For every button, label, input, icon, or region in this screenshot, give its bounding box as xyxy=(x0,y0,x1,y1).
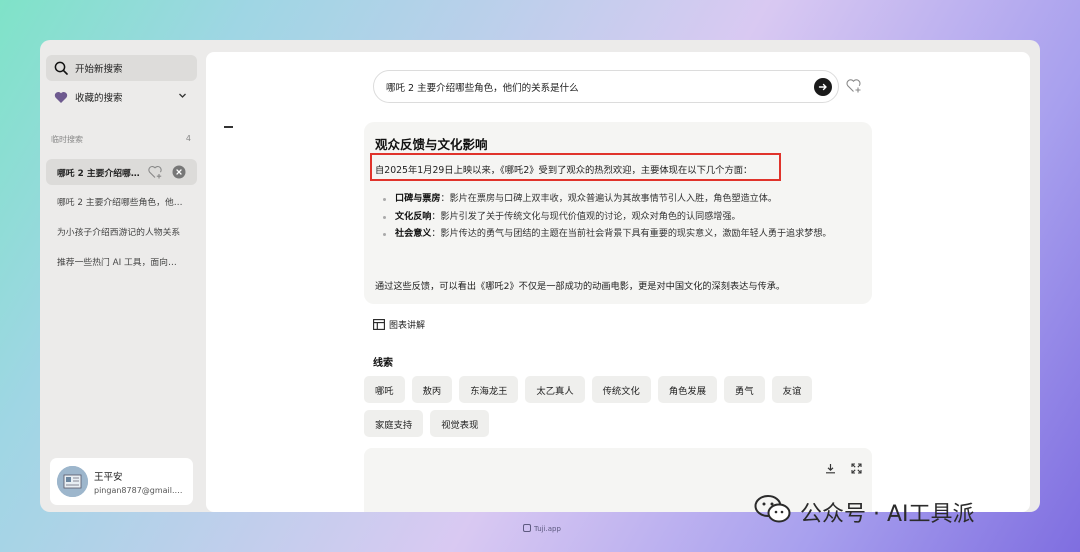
answer-outro: 通过这些反馈，可以看出《哪吒2》不仅是一部成功的动画电影，更是对中国文化的深刻表… xyxy=(375,281,786,292)
send-button[interactable] xyxy=(814,78,832,96)
answer-point: 文化反响：影片引发了关于传统文化与现代价值观的讨论，观众对角色的认同感增强。 xyxy=(382,210,860,226)
point-term: 文化反响 xyxy=(395,211,432,222)
point-term: 社会意义 xyxy=(395,229,432,239)
history-item[interactable]: 推荐一些热门 AI 工具，面向新手 xyxy=(46,248,197,274)
user-card[interactable]: 王平安 pingan8787@gmail.com xyxy=(50,458,193,505)
footer-brand: Tuji.app xyxy=(523,524,561,534)
clue-tag[interactable]: 视觉表现 xyxy=(430,410,490,437)
search-input[interactable]: 哪吒 2 主要介绍哪些角色，他们的关系是什么 xyxy=(373,70,839,103)
answer-card: 观众反馈与文化影响 自2025年1月29日上映以来，《哪吒2》受到了观众的热烈欢… xyxy=(364,122,872,304)
table-icon xyxy=(373,319,385,330)
clue-tag[interactable]: 哪吒 xyxy=(364,376,405,403)
clue-tag[interactable]: 友谊 xyxy=(771,376,813,403)
history-header: 临时搜索 4 xyxy=(51,134,191,145)
clues-title: 线索 xyxy=(373,358,393,369)
history-item-label: 哪吒 2 主要介绍哪些角色，他们的关系是什么 xyxy=(57,168,143,179)
new-search-label: 开始新搜索 xyxy=(75,64,123,75)
app-window: 开始新搜索 收藏的搜索 临时搜索 4 哪吒 2 主要介绍哪些角色，他们的关系是什… xyxy=(40,40,1040,512)
chevron-down-icon xyxy=(178,91,187,103)
download-icon[interactable] xyxy=(825,459,836,478)
app-logo-icon xyxy=(523,524,531,534)
answer-points: 口碑与票房：影片在票房与口碑上双丰收，观众普遍认为其故事情节引人入胜，角色塑造立… xyxy=(382,192,860,245)
history-label: 临时搜索 xyxy=(51,135,83,144)
clue-tag[interactable]: 勇气 xyxy=(724,376,765,403)
point-text: ：影片传达的勇气与团结的主题在当前社会背景下具有重要的现实意义，激励年轻人勇于追… xyxy=(431,229,832,239)
history-item[interactable]: 为小孩子介绍西游记的人物关系 xyxy=(46,218,197,244)
favorites-label: 收藏的搜索 xyxy=(75,93,123,104)
point-text: ：影片在票房与口碑上双丰收，观众普遍认为其故事情节引人入胜，角色塑造立体。 xyxy=(440,194,777,204)
clue-tag[interactable]: 敖丙 xyxy=(411,376,453,403)
clue-tag[interactable]: 角色发展 xyxy=(657,376,718,403)
heart-icon xyxy=(54,90,68,104)
watermark-text: 公众号 · AI工具派 xyxy=(800,502,975,527)
delete-icon[interactable] xyxy=(172,165,186,182)
clue-tag[interactable]: 东海龙王 xyxy=(459,376,519,403)
clue-tags: 哪吒 敖丙 东海龙王 太乙真人 传统文化 角色发展 勇气 友谊 家庭支持 视觉表… xyxy=(364,376,834,437)
main-panel: 哪吒 2 主要介绍哪些角色，他们的关系是什么 观众反馈与文化影响 自2025年1… xyxy=(206,52,1030,512)
history-item-label: 哪吒 2 主要介绍哪些角色，他们的关系是什么 xyxy=(57,197,185,208)
user-name: 王平安 xyxy=(94,471,123,483)
clue-tag[interactable]: 传统文化 xyxy=(591,376,651,403)
footer-text: Tuji.app xyxy=(534,525,561,533)
chart-explain-button[interactable]: 图表讲解 xyxy=(373,318,425,331)
collapse-toggle[interactable] xyxy=(224,126,233,128)
clue-tag[interactable]: 家庭支持 xyxy=(364,410,424,437)
history-item[interactable]: 哪吒 2 主要介绍哪些角色，他们的关系是什么 xyxy=(46,159,197,185)
search-query: 哪吒 2 主要介绍哪些角色，他们的关系是什么 xyxy=(386,82,579,94)
history-item[interactable]: 哪吒 2 主要介绍哪些角色，他们的关系是什么 xyxy=(46,188,197,214)
chart-explain-label: 图表讲解 xyxy=(389,321,426,331)
wechat-icon xyxy=(754,494,792,530)
sidebar: 开始新搜索 收藏的搜索 临时搜索 4 哪吒 2 主要介绍哪些角色，他们的关系是什… xyxy=(40,40,206,512)
arrow-right-icon xyxy=(818,83,827,91)
search-icon xyxy=(54,61,68,75)
favorite-search-icon[interactable] xyxy=(846,78,862,97)
point-term: 口碑与票房 xyxy=(395,194,441,204)
user-email: pingan8787@gmail.com xyxy=(94,485,184,495)
answer-intro: 自2025年1月29日上映以来，《哪吒2》受到了观众的热烈欢迎，主要体现在以下几… xyxy=(375,165,753,176)
add-favorite-icon[interactable] xyxy=(148,165,163,182)
favorites-toggle[interactable]: 收藏的搜索 xyxy=(46,84,197,110)
answer-title: 观众反馈与文化影响 xyxy=(375,137,488,152)
answer-point: 口碑与票房：影片在票房与口碑上双丰收，观众普遍认为其故事情节引人入胜，角色塑造立… xyxy=(382,192,860,208)
history-item-label: 推荐一些热门 AI 工具，面向新手 xyxy=(57,257,185,268)
expand-icon[interactable] xyxy=(851,459,862,478)
clue-tag[interactable]: 太乙真人 xyxy=(525,376,585,403)
watermark: 公众号 · AI工具派 xyxy=(754,494,975,530)
avatar xyxy=(57,466,88,497)
new-search-button[interactable]: 开始新搜索 xyxy=(46,55,197,81)
answer-point: 社会意义：影片传达的勇气与团结的主题在当前社会背景下具有重要的现实意义，激励年轻… xyxy=(382,227,860,243)
point-text: ：影片引发了关于传统文化与现代价值观的讨论，观众对角色的认同感增强。 xyxy=(431,211,741,222)
history-count: 4 xyxy=(185,134,191,143)
history-item-label: 为小孩子介绍西游记的人物关系 xyxy=(57,227,181,238)
